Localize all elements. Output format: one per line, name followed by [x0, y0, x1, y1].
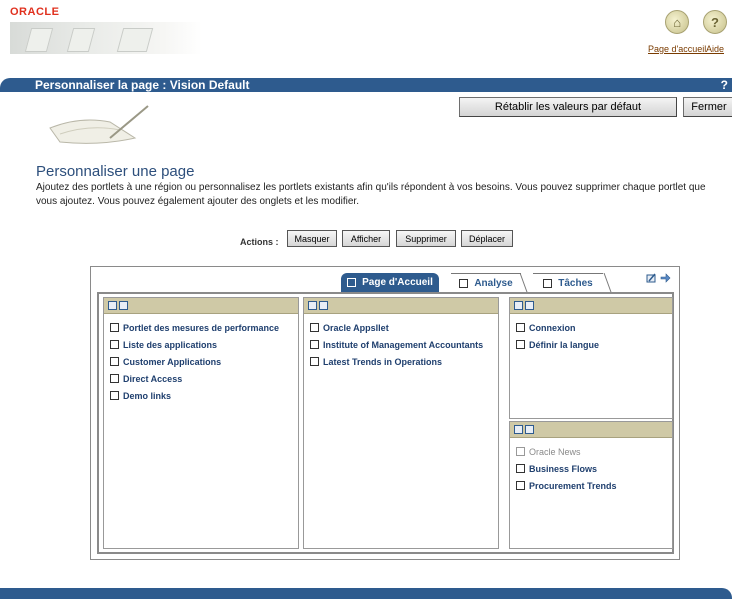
region-right-top: Connexion Définir la langue: [509, 297, 673, 419]
portlet-label: Connexion: [529, 322, 576, 333]
page-layout-frame: Page d'Accueil Analyse Tâches Portlet de…: [90, 266, 680, 560]
close-button[interactable]: Fermer: [683, 97, 732, 117]
portlet-label: Définir la langue: [529, 339, 600, 350]
tab-page-accueil[interactable]: Page d'Accueil: [341, 273, 439, 292]
notepad-art-icon: [49, 105, 149, 144]
portlet-item[interactable]: Portlet des mesures de performance: [104, 319, 298, 336]
portlet-item[interactable]: Liste des applications: [104, 336, 298, 353]
portlet-checkbox[interactable]: [310, 323, 319, 332]
tab-label: Page d'Accueil: [362, 277, 433, 288]
portlet-label: Business Flows: [529, 463, 598, 474]
portlet-item[interactable]: Institute of Management Accountants: [304, 336, 498, 353]
portlet-checkbox[interactable]: [110, 323, 119, 332]
portlet-label: Institute of Management Accountants: [323, 339, 484, 350]
move-button[interactable]: Déplacer: [461, 230, 513, 247]
portlet-label: Direct Access: [123, 373, 183, 384]
portlet-item[interactable]: Customer Applications: [104, 353, 298, 370]
home-link[interactable]: ⌂ Page d'accueil: [648, 10, 706, 54]
portlet-checkbox[interactable]: [110, 374, 119, 383]
portlet-checkbox[interactable]: [516, 340, 525, 349]
portlet-checkbox[interactable]: [110, 357, 119, 366]
move-tabs-icon[interactable]: [660, 273, 671, 284]
actions-label: Actions :: [240, 237, 279, 247]
page-description: Ajoutez des portlets à une région ou per…: [36, 182, 706, 207]
portlet-item[interactable]: Direct Access: [104, 370, 298, 387]
tab-label: Tâches: [558, 277, 593, 289]
home-icon: ⌂: [665, 10, 690, 34]
page-heading: Personnaliser une page: [36, 163, 195, 180]
portlet-item[interactable]: Oracle News: [510, 443, 672, 460]
portlet-item[interactable]: Oracle Appsllet: [304, 319, 498, 336]
portlet-edit-icon[interactable]: [319, 301, 328, 310]
show-button[interactable]: Afficher: [342, 230, 390, 247]
portlet-edit-icon[interactable]: [525, 301, 534, 310]
portlet-edit-icon[interactable]: [525, 425, 534, 434]
portlet-label: Procurement Trends: [529, 480, 617, 491]
restore-defaults-button[interactable]: Rétablir les valeurs par défaut: [459, 97, 677, 117]
tab-checkbox[interactable]: [347, 278, 357, 287]
portlet-checkbox[interactable]: [110, 340, 119, 349]
portlet-label: Customer Applications: [123, 356, 222, 367]
portlet-add-icon[interactable]: [308, 301, 317, 310]
titlebar-help-icon[interactable]: ?: [721, 78, 728, 92]
region-header: [104, 298, 298, 314]
page-titlebar: Personnaliser la page : Vision Default ?: [0, 78, 732, 92]
help-icon: ?: [703, 10, 727, 34]
tab-taches[interactable]: Tâches: [533, 273, 603, 292]
tab-separator: [603, 273, 612, 292]
portlet-checkbox[interactable]: [516, 323, 525, 332]
portlet-add-icon[interactable]: [514, 425, 523, 434]
portlet-checkbox[interactable]: [516, 447, 525, 456]
portlet-item[interactable]: Procurement Trends: [510, 477, 672, 494]
tab-analyse[interactable]: Analyse: [451, 273, 521, 292]
portlet-label: Oracle Appsllet: [323, 322, 389, 333]
portlet-checkbox[interactable]: [516, 464, 525, 473]
portlet-add-icon[interactable]: [514, 301, 523, 310]
home-link-label: Page d'accueil: [648, 44, 707, 54]
portlet-item[interactable]: Latest Trends in Operations: [304, 353, 498, 370]
page-title: Personnaliser la page : Vision Default: [35, 78, 250, 92]
portlet-edit-icon[interactable]: [119, 301, 128, 310]
region-left: Portlet des mesures de performance Liste…: [103, 297, 299, 549]
region-header: [510, 298, 672, 314]
tab-checkbox[interactable]: [459, 278, 469, 288]
tab-checkbox[interactable]: [543, 278, 553, 288]
region-middle: Oracle Appsllet Institute of Management …: [303, 297, 499, 549]
portlet-label: Latest Trends in Operations: [323, 356, 443, 367]
portlet-add-icon[interactable]: [108, 301, 117, 310]
portlet-label: Demo links: [123, 390, 172, 401]
hide-button[interactable]: Masquer: [287, 230, 337, 247]
portlet-item[interactable]: Business Flows: [510, 460, 672, 477]
portlet-checkbox[interactable]: [110, 391, 119, 400]
portlet-checkbox[interactable]: [310, 357, 319, 366]
region-header: [304, 298, 498, 314]
footer-bar: [0, 588, 732, 599]
help-link[interactable]: ? Aide: [703, 10, 727, 54]
region-right-bottom: Oracle News Business Flows Procurement T…: [509, 421, 673, 549]
portlet-label: Liste des applications: [123, 339, 218, 350]
portlet-checkbox[interactable]: [310, 340, 319, 349]
portlet-label: Portlet des mesures de performance: [123, 322, 280, 333]
portlet-checkbox[interactable]: [516, 481, 525, 490]
oracle-logo: ORACLE: [10, 6, 60, 18]
portlet-item[interactable]: Demo links: [104, 387, 298, 404]
portlet-item[interactable]: Définir la langue: [510, 336, 672, 353]
portlet-label: Oracle News: [529, 446, 581, 457]
delete-button[interactable]: Supprimer: [396, 230, 456, 247]
portlet-item[interactable]: Connexion: [510, 319, 672, 336]
edit-layout-icon[interactable]: [646, 273, 657, 284]
region-header: [510, 422, 672, 438]
tab-tools: [646, 273, 671, 284]
brand-banner: [10, 22, 202, 54]
help-link-label: Aide: [705, 44, 724, 54]
tab-label: Analyse: [474, 277, 513, 289]
